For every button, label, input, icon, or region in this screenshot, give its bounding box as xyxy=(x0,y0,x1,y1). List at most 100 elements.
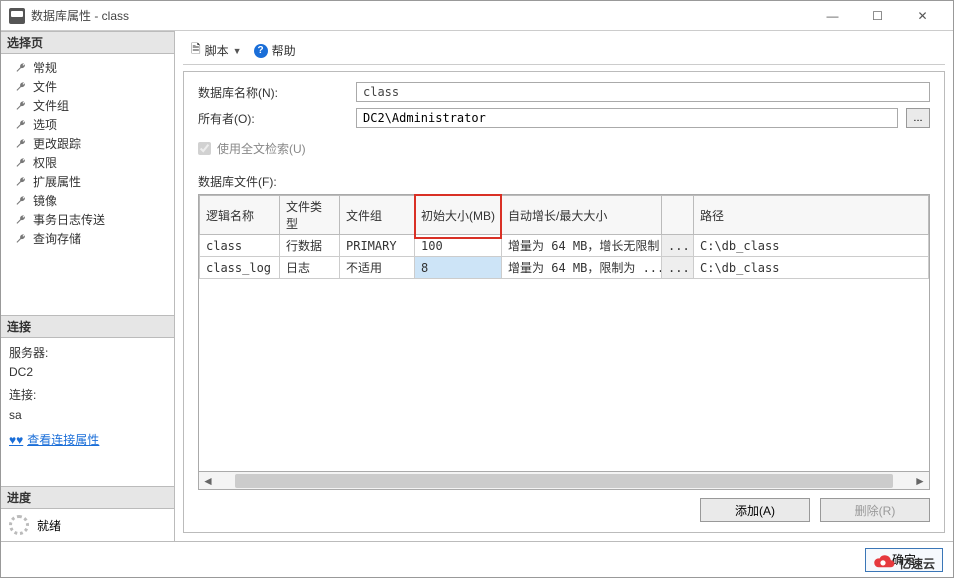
brand-text: 亿速云 xyxy=(899,555,935,572)
cell-filegroup[interactable]: PRIMARY xyxy=(340,235,415,257)
wrench-icon xyxy=(15,233,27,245)
col-autogrowth[interactable]: 自动增长/最大大小 xyxy=(502,196,662,235)
sidebar-item-change-tracking[interactable]: 更改跟踪 xyxy=(7,134,168,153)
scroll-thumb[interactable] xyxy=(235,474,893,488)
cell-logical-name[interactable]: class xyxy=(200,235,280,257)
cell-file-type[interactable]: 日志 xyxy=(280,257,340,279)
col-file-type[interactable]: 文件类型 xyxy=(280,196,340,235)
help-icon: ? xyxy=(254,44,268,58)
table-row[interactable]: class_log 日志 不适用 8 增量为 64 MB，限制为 ... ...… xyxy=(200,257,929,279)
progress-status: 就绪 xyxy=(37,517,61,534)
files-label: 数据库文件(F): xyxy=(198,173,930,190)
owner-label: 所有者(O): xyxy=(198,110,348,127)
files-grid[interactable]: 逻辑名称 文件类型 文件组 初始大小(MB) 自动增长/最大大小 路径 xyxy=(198,194,930,490)
toolbar: 🗎 脚本 ▼ ? 帮助 xyxy=(183,37,945,65)
col-init-size[interactable]: 初始大小(MB) xyxy=(415,196,502,235)
progress-spinner-icon xyxy=(9,515,29,535)
wrench-icon xyxy=(15,138,27,150)
cell-init-size[interactable]: 8 xyxy=(415,257,502,279)
sidebar-item-label: 查询存储 xyxy=(33,230,81,247)
cloud-icon xyxy=(869,552,897,575)
autogrowth-edit-button[interactable]: ... xyxy=(662,235,694,257)
grid-header-row: 逻辑名称 文件类型 文件组 初始大小(MB) 自动增长/最大大小 路径 xyxy=(200,196,929,235)
wrench-icon xyxy=(15,157,27,169)
progress-row: 就绪 xyxy=(1,509,174,541)
db-name-value: class xyxy=(356,82,930,102)
col-filegroup[interactable]: 文件组 xyxy=(340,196,415,235)
minimize-button[interactable]: — xyxy=(810,2,855,30)
sidebar-item-label: 文件 xyxy=(33,78,57,95)
sidebar-item-log-shipping[interactable]: 事务日志传送 xyxy=(7,210,168,229)
cell-logical-name[interactable]: class_log xyxy=(200,257,280,279)
col-path[interactable]: 路径 xyxy=(694,196,929,235)
connection-value: sa xyxy=(9,406,166,425)
wrench-icon xyxy=(15,119,27,131)
sidebar-item-filegroups[interactable]: 文件组 xyxy=(7,96,168,115)
fulltext-checkbox xyxy=(198,142,211,155)
sidebar-item-label: 权限 xyxy=(33,154,57,171)
add-button-label: 添加(A) xyxy=(735,502,775,519)
sidebar-item-files[interactable]: 文件 xyxy=(7,77,168,96)
horizontal-scrollbar[interactable]: ◄ ► xyxy=(199,471,929,489)
sidebar-item-options[interactable]: 选项 xyxy=(7,115,168,134)
wrench-icon xyxy=(15,81,27,93)
server-label: 服务器: xyxy=(9,344,166,363)
wrench-icon xyxy=(15,176,27,188)
view-connection-properties-link[interactable]: ♥♥ 查看连接属性 xyxy=(9,431,99,450)
titlebar: 数据库属性 - class — ☐ ✕ xyxy=(1,1,953,31)
col-logical-name[interactable]: 逻辑名称 xyxy=(200,196,280,235)
remove-button: 删除(R) xyxy=(820,498,930,522)
wrench-icon xyxy=(15,214,27,226)
connection-header: 连接 xyxy=(1,315,174,338)
cell-file-type[interactable]: 行数据 xyxy=(280,235,340,257)
sidebar-item-label: 更改跟踪 xyxy=(33,135,81,152)
sidebar-item-label: 镜像 xyxy=(33,192,57,209)
sidebar-item-mirroring[interactable]: 镜像 xyxy=(7,191,168,210)
owner-input[interactable] xyxy=(356,108,898,128)
help-button[interactable]: ? 帮助 xyxy=(250,40,300,61)
sidebar-item-label: 常规 xyxy=(33,59,57,76)
progress-header: 进度 xyxy=(1,486,174,509)
connection-icon: ♥♥ xyxy=(9,431,23,450)
cell-init-size[interactable]: 100 xyxy=(415,235,502,257)
sidebar-item-permissions[interactable]: 权限 xyxy=(7,153,168,172)
wrench-icon xyxy=(15,100,27,112)
window-title: 数据库属性 - class xyxy=(31,7,129,24)
sidebar-item-label: 文件组 xyxy=(33,97,69,114)
maximize-button[interactable]: ☐ xyxy=(855,2,900,30)
dialog-footer: 确定 亿速云 xyxy=(1,541,953,577)
table-row[interactable]: class 行数据 PRIMARY 100 增量为 64 MB，增长无限制 ..… xyxy=(200,235,929,257)
wrench-icon xyxy=(15,195,27,207)
server-value: DC2 xyxy=(9,363,166,382)
database-icon xyxy=(9,8,25,24)
cell-autogrowth[interactable]: 增量为 64 MB，限制为 ... xyxy=(502,257,662,279)
autogrowth-edit-button[interactable]: ... xyxy=(662,257,694,279)
cell-autogrowth[interactable]: 增量为 64 MB，增长无限制 xyxy=(502,235,662,257)
owner-browse-button[interactable]: ... xyxy=(906,108,930,128)
add-button[interactable]: 添加(A) xyxy=(700,498,810,522)
cell-filegroup[interactable]: 不适用 xyxy=(340,257,415,279)
select-pages-header: 选择页 xyxy=(1,31,174,54)
remove-button-label: 删除(R) xyxy=(855,502,896,519)
view-connection-label: 查看连接属性 xyxy=(27,431,99,450)
sidebar-item-label: 事务日志传送 xyxy=(33,211,105,228)
script-icon: 🗎 xyxy=(191,40,201,61)
sidebar-item-label: 选项 xyxy=(33,116,57,133)
scroll-left-icon[interactable]: ◄ xyxy=(199,474,217,488)
content-panel: 数据库名称(N): class 所有者(O): ... 使用全文检索(U) 数据… xyxy=(183,71,945,533)
cell-path[interactable]: C:\db_class xyxy=(694,235,929,257)
sidebar-item-query-store[interactable]: 查询存储 xyxy=(7,229,168,248)
close-button[interactable]: ✕ xyxy=(900,2,945,30)
sidebar: 选择页 常规 文件 文件组 选项 更改跟踪 权限 扩展属性 镜像 事务日志传送 … xyxy=(1,31,175,541)
help-label: 帮助 xyxy=(272,42,296,59)
sidebar-item-extended-properties[interactable]: 扩展属性 xyxy=(7,172,168,191)
connection-body: 服务器: DC2 连接: sa ♥♥ 查看连接属性 xyxy=(1,338,174,456)
script-label: 脚本 xyxy=(205,42,229,59)
scroll-right-icon[interactable]: ► xyxy=(911,474,929,488)
brand-watermark: 亿速云 xyxy=(869,549,949,577)
cell-path[interactable]: C:\db_class xyxy=(694,257,929,279)
script-button[interactable]: 🗎 脚本 ▼ xyxy=(187,38,246,63)
wrench-icon xyxy=(15,62,27,74)
sidebar-item-general[interactable]: 常规 xyxy=(7,58,168,77)
col-ellipsis xyxy=(662,196,694,235)
